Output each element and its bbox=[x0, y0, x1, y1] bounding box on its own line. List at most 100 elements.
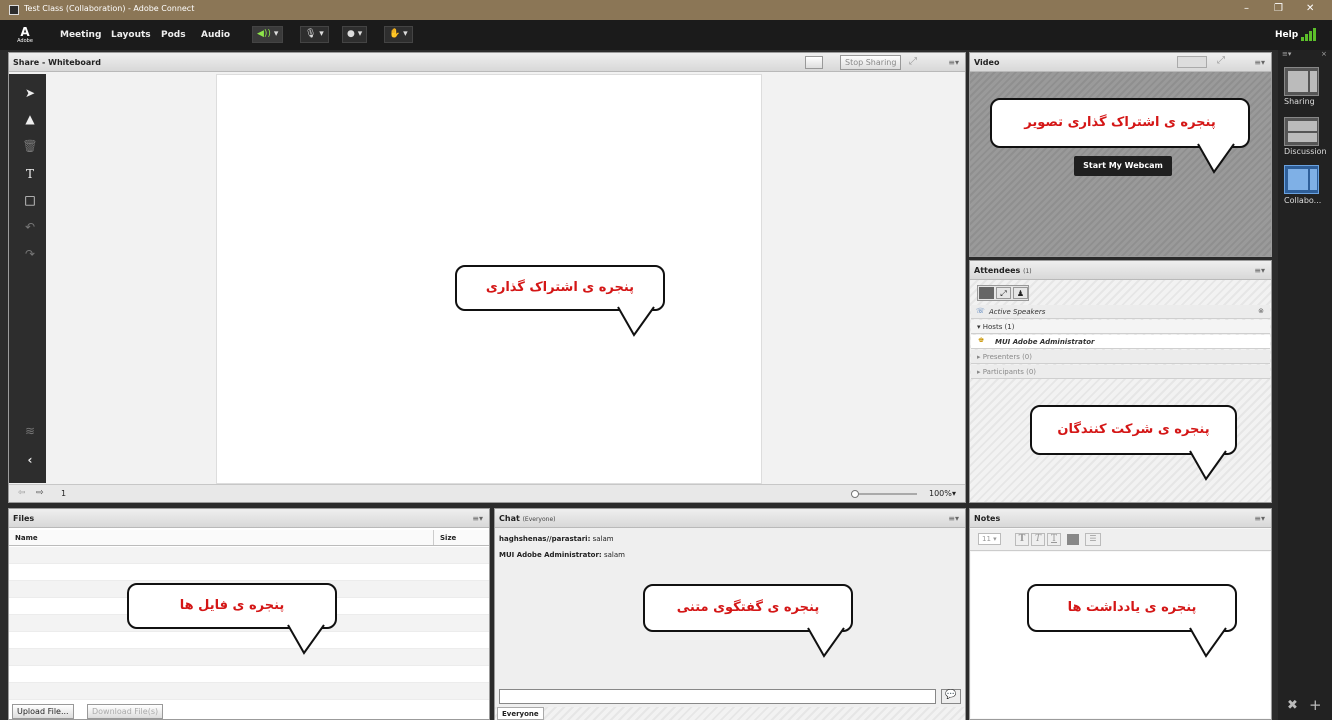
delete-layout-icon[interactable]: ✖ bbox=[1287, 698, 1298, 713]
bubble-tail bbox=[287, 624, 325, 655]
active-speakers-row: ☏ Active Speakers ⊗ bbox=[971, 305, 1270, 319]
raise-hand-button[interactable]: ✋ ▾ bbox=[384, 26, 413, 43]
undo-icon[interactable]: ↶ bbox=[22, 219, 38, 235]
list-item bbox=[9, 564, 489, 581]
annotation-bubble: پنجره ی شرکت کنندگان bbox=[1030, 405, 1237, 455]
column-size[interactable]: Size bbox=[440, 534, 456, 542]
host-user-row[interactable]: ♚ MUI Adobe Administrator bbox=[971, 335, 1270, 349]
pointer-button[interactable] bbox=[805, 56, 823, 69]
column-name[interactable]: Name bbox=[15, 534, 38, 542]
fullscreen-icon[interactable]: ⤢ bbox=[909, 56, 917, 67]
shape-tool-icon[interactable]: □ bbox=[22, 192, 38, 208]
upload-file-button[interactable]: Upload File... bbox=[12, 704, 74, 719]
menu-audio[interactable]: Audio bbox=[201, 30, 230, 40]
adobe-connect-window: Test Class (Collaboration) - Adobe Conne… bbox=[0, 0, 1332, 720]
app-icon bbox=[9, 5, 19, 15]
menu-pods[interactable]: Pods bbox=[161, 30, 186, 40]
text-tool-icon[interactable]: T bbox=[22, 166, 38, 182]
add-layout-icon[interactable]: + bbox=[1309, 696, 1322, 714]
video-pod-menu-icon[interactable]: ≡▾ bbox=[1254, 58, 1265, 67]
share-footer: ⇦ ⇨ 1 100% ▾ bbox=[9, 484, 965, 502]
chat-input[interactable] bbox=[499, 689, 936, 704]
bold-icon[interactable]: T bbox=[1015, 533, 1029, 546]
send-message-icon[interactable]: 💬 bbox=[941, 689, 961, 704]
clear-speakers-icon[interactable]: ⊗ bbox=[1258, 307, 1264, 315]
zoom-dropdown-icon[interactable]: ▾ bbox=[952, 489, 956, 498]
help-menu[interactable]: Help bbox=[1275, 30, 1298, 40]
zoom-slider-handle[interactable] bbox=[851, 490, 859, 498]
tab-everyone[interactable]: Everyone bbox=[497, 707, 544, 720]
chat-scope: (Everyone) bbox=[522, 516, 556, 523]
layout-collaboration-button[interactable] bbox=[1284, 165, 1319, 194]
list-item bbox=[9, 666, 489, 683]
attendees-pod-title: Attendees bbox=[974, 266, 1021, 275]
notes-pod-menu-icon[interactable]: ≡▾ bbox=[1254, 514, 1265, 523]
menu-layouts[interactable]: Layouts bbox=[111, 30, 151, 40]
layouts-panel-close-icon[interactable]: × bbox=[1321, 50, 1327, 58]
chat-pod-header: Chat (Everyone) bbox=[495, 509, 965, 528]
files-pod-header: Files bbox=[9, 509, 489, 528]
chat-pod-menu-icon[interactable]: ≡▾ bbox=[948, 514, 959, 523]
share-pod-title: Share - Whiteboard bbox=[13, 58, 101, 67]
notes-pod-title: Notes bbox=[974, 514, 1001, 523]
list-view-icon[interactable] bbox=[979, 287, 994, 299]
participants-group-row[interactable]: ▸ Participants (0) bbox=[971, 365, 1270, 379]
bullet-list-icon[interactable]: ☰ bbox=[1085, 533, 1101, 546]
webcam-button[interactable]: ● ▾ bbox=[342, 26, 368, 43]
host-user-icon: ♚ bbox=[978, 336, 985, 344]
layouts-panel-menu-icon[interactable]: ≡▾ bbox=[1282, 50, 1291, 58]
layers-icon[interactable]: ≋ bbox=[22, 423, 38, 439]
layout-sharing-button[interactable] bbox=[1284, 67, 1319, 96]
speaker-toggle-button[interactable]: ◀)) ▾ bbox=[252, 26, 284, 43]
delete-tool-icon[interactable]: 🗑 bbox=[22, 138, 38, 154]
list-item bbox=[9, 683, 489, 700]
microphone-button[interactable]: 🎙 ▾ bbox=[300, 26, 329, 43]
select-tool-icon[interactable]: ➤ bbox=[22, 85, 38, 101]
collapse-toolbar-icon[interactable]: ‹ bbox=[22, 452, 38, 468]
bubble-tail bbox=[1189, 450, 1227, 481]
attendees-pod-menu-icon[interactable]: ≡▾ bbox=[1254, 266, 1265, 275]
layout-discussion-button[interactable] bbox=[1284, 117, 1319, 146]
chat-message: haghshenas//parastari: salam bbox=[499, 535, 614, 543]
underline-icon[interactable]: T bbox=[1047, 533, 1061, 546]
italic-icon[interactable]: T bbox=[1031, 533, 1045, 546]
text-color-icon[interactable] bbox=[1067, 534, 1079, 545]
files-pod-title: Files bbox=[13, 514, 35, 523]
start-webcam-button[interactable]: Start My Webcam bbox=[1074, 156, 1172, 176]
close-button[interactable]: ✕ bbox=[1306, 3, 1314, 14]
prev-page-icon[interactable]: ⇦ bbox=[18, 488, 26, 498]
zoom-slider[interactable] bbox=[851, 490, 917, 498]
zoom-level[interactable]: 100% bbox=[929, 489, 952, 498]
page-number: 1 bbox=[61, 489, 67, 498]
video-fullscreen-icon[interactable]: ⤢ bbox=[1217, 55, 1225, 66]
files-pod-menu-icon[interactable]: ≡▾ bbox=[472, 514, 483, 523]
breakout-view-icon[interactable]: ⤢ bbox=[996, 287, 1011, 299]
share-pod-menu-icon[interactable]: ≡▾ bbox=[948, 58, 959, 67]
video-layout-icon[interactable] bbox=[1177, 56, 1207, 68]
video-pod-title: Video bbox=[974, 58, 1000, 67]
bubble-tail bbox=[1189, 627, 1227, 658]
bubble-tail bbox=[1197, 143, 1235, 174]
redo-icon[interactable]: ↷ bbox=[22, 246, 38, 262]
stop-sharing-button[interactable]: Stop Sharing bbox=[840, 55, 902, 70]
menu-meeting[interactable]: Meeting bbox=[60, 30, 101, 40]
presenters-group-row[interactable]: ▸ Presenters (0) bbox=[971, 350, 1270, 364]
adobe-logo: A Adobe bbox=[17, 25, 33, 44]
files-table-header: Name Size bbox=[9, 530, 489, 546]
layout-collaboration-label: Collabo... bbox=[1284, 196, 1322, 205]
annotation-bubble: پنجره ی اشتراک گذاری تصویر bbox=[990, 98, 1250, 148]
download-files-button[interactable]: Download File(s) bbox=[87, 704, 164, 719]
minimize-button[interactable]: – bbox=[1244, 3, 1249, 14]
attendees-pod-header: Attendees (1) bbox=[970, 261, 1271, 280]
restore-button[interactable]: ❐ bbox=[1274, 3, 1283, 14]
marker-tool-icon[interactable]: ▲ bbox=[22, 111, 38, 127]
hosts-group-row[interactable]: ▾ Hosts (1) bbox=[971, 320, 1270, 334]
attendee-view-switcher[interactable]: ⤢ ♟ bbox=[977, 285, 1029, 301]
list-item bbox=[9, 632, 489, 649]
status-view-icon[interactable]: ♟ bbox=[1013, 287, 1028, 299]
annotation-bubble: پنجره ی یادداشت ها bbox=[1027, 584, 1237, 632]
font-size-select[interactable]: 11 ▾ bbox=[978, 533, 1001, 545]
bubble-tail bbox=[807, 627, 845, 658]
next-page-icon[interactable]: ⇨ bbox=[36, 488, 44, 498]
window-title: Test Class (Collaboration) - Adobe Conne… bbox=[24, 4, 195, 13]
